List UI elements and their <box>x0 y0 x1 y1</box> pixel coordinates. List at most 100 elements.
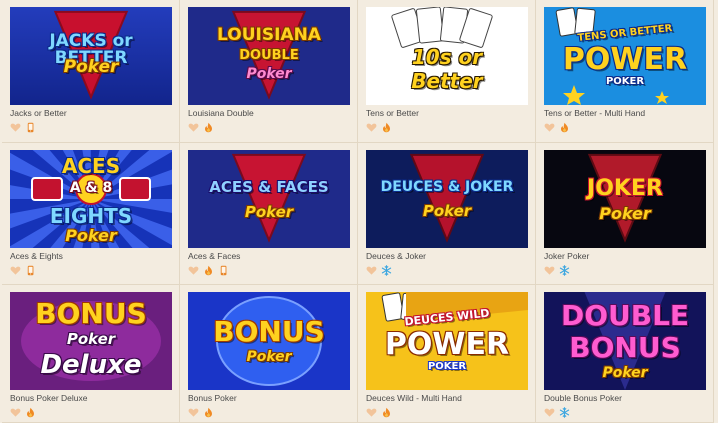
game-title[interactable]: Tens or Better - Multi Hand <box>544 108 705 118</box>
game-tile-bonus-poker[interactable]: BONUS Poker Bonus Poker <box>180 285 358 423</box>
logo-line-1: DOUBLE <box>560 299 690 332</box>
logo-line-2: A & 8 <box>69 180 113 196</box>
game-title[interactable]: Aces & Eights <box>10 251 171 261</box>
logo-line-3: POKER <box>605 76 645 87</box>
logo-line-1: BONUS <box>35 297 147 330</box>
game-badges <box>10 121 171 133</box>
heart-icon[interactable] <box>10 122 21 133</box>
game-title[interactable]: Deuces & Joker <box>366 251 527 261</box>
logo-line-3: EIGHTS <box>49 204 133 228</box>
game-tile-double-bonus-poker[interactable]: DOUBLE BONUS Poker Double Bonus Poker <box>536 285 714 423</box>
game-tile-deuces-joker[interactable]: DEUCES & JOKER Poker Deuces & Joker <box>358 143 536 285</box>
game-badges <box>366 121 527 133</box>
logo-line-2: Poker <box>422 202 472 220</box>
heart-icon[interactable] <box>366 265 377 276</box>
game-thumbnail[interactable]: DEUCES WILD POWER POKER <box>366 292 528 390</box>
game-grid: JACKS or BETTER Poker Jacks or Better LOU… <box>0 0 718 423</box>
logo-line-2: Poker <box>66 330 116 348</box>
game-title[interactable]: Deuces Wild - Multi Hand <box>366 393 527 403</box>
snowflake-icon <box>381 264 392 276</box>
logo-line-2: Poker <box>244 203 294 221</box>
game-badges <box>544 121 705 133</box>
game-tile-tens-or-better-multi-hand[interactable]: TENS OR BETTER POWER POKER Tens or Better … <box>536 0 714 143</box>
game-badges <box>188 264 349 276</box>
heart-icon[interactable] <box>544 265 555 276</box>
logo-line-1: DEUCES & JOKER <box>380 179 514 195</box>
fire-icon <box>559 122 570 133</box>
game-thumbnail[interactable]: JOKER Poker <box>544 150 706 248</box>
game-thumbnail-art <box>188 150 350 248</box>
heart-icon[interactable] <box>366 122 377 133</box>
logo-line-1: BONUS <box>213 315 325 348</box>
logo-line-1: ACES <box>61 154 121 178</box>
mobile-icon <box>25 265 36 276</box>
game-badges <box>366 264 527 276</box>
game-tile-bonus-poker-deluxe[interactable]: BONUS Poker Deluxe Bonus Poker Deluxe <box>2 285 180 423</box>
fire-icon <box>381 122 392 133</box>
game-tile-deuces-wild-multi-hand[interactable]: DEUCES WILD POWER POKER Deuces Wild - Mult… <box>358 285 536 423</box>
game-thumbnail[interactable]: JACKS or BETTER Poker <box>10 7 172 105</box>
game-title[interactable]: Aces & Faces <box>188 251 349 261</box>
game-badges <box>544 406 705 418</box>
game-thumbnail[interactable]: LOUISIANA DOUBLE Poker <box>188 7 350 105</box>
game-tile-aces-faces[interactable]: ACES & FACES Poker Aces & Faces <box>180 143 358 285</box>
game-thumbnail[interactable]: BONUS Poker Deluxe <box>10 292 172 390</box>
game-tile-aces-eights[interactable]: ACES A & 8 EIGHTS Poker Aces & Eights <box>2 143 180 285</box>
heart-icon[interactable] <box>188 122 199 133</box>
logo-line-2: POWER <box>562 42 688 77</box>
heart-icon[interactable] <box>10 407 21 418</box>
game-thumbnail[interactable]: DOUBLE BONUS Poker <box>544 292 706 390</box>
heart-icon[interactable] <box>10 265 21 276</box>
game-badges <box>188 121 349 133</box>
game-tile-jacks-or-better[interactable]: JACKS or BETTER Poker Jacks or Better <box>2 0 180 143</box>
game-title[interactable]: Double Bonus Poker <box>544 393 705 403</box>
logo-line-2: Poker <box>246 349 292 365</box>
snowflake-icon <box>559 264 570 276</box>
game-badges <box>544 264 705 276</box>
logo-line-1: LOUISIANA <box>217 25 321 45</box>
fire-icon <box>381 407 392 418</box>
logo-line-2: DOUBLE <box>239 48 299 63</box>
heart-icon[interactable] <box>544 122 555 133</box>
mobile-icon <box>218 265 229 276</box>
fire-icon <box>203 265 214 276</box>
logo-line-2: Poker <box>599 204 651 223</box>
game-thumbnail[interactable]: TENS OR BETTER POWER POKER <box>544 7 706 105</box>
logo-line-2: Better <box>411 69 483 93</box>
game-thumbnail[interactable]: BONUS Poker <box>188 292 350 390</box>
game-thumbnail[interactable]: ACES & FACES Poker <box>188 150 350 248</box>
game-badges <box>366 406 527 418</box>
game-tile-tens-or-better[interactable]: 10s or Better Tens or Better <box>358 0 536 143</box>
game-thumbnail[interactable]: DEUCES & JOKER Poker <box>366 150 528 248</box>
game-thumbnail-art <box>366 150 528 248</box>
fire-icon <box>203 122 214 133</box>
heart-icon[interactable] <box>366 407 377 418</box>
logo-line-3: Poker <box>602 365 648 381</box>
logo-line-3: POKER <box>427 361 467 372</box>
game-badges <box>10 406 171 418</box>
heart-icon[interactable] <box>188 407 199 418</box>
game-tile-louisiana-double[interactable]: LOUISIANA DOUBLE Poker Louisiana Double <box>180 0 358 143</box>
fire-icon <box>203 407 214 418</box>
game-thumbnail[interactable]: 10s or Better <box>366 7 528 105</box>
game-thumbnail[interactable]: ACES A & 8 EIGHTS Poker <box>10 150 172 248</box>
game-title[interactable]: Joker Poker <box>544 251 705 261</box>
heart-icon[interactable] <box>544 407 555 418</box>
game-tile-joker-poker[interactable]: JOKER Poker Joker Poker <box>536 143 714 285</box>
heart-icon[interactable] <box>188 265 199 276</box>
game-title[interactable]: Louisiana Double <box>188 108 349 118</box>
mobile-icon <box>25 122 36 133</box>
game-badges <box>188 406 349 418</box>
logo-line-1: JOKER <box>587 176 663 201</box>
logo-line-3: Deluxe <box>40 350 142 380</box>
logo-line-1: 10s or <box>411 45 483 69</box>
game-badges <box>10 264 171 276</box>
fire-icon <box>25 407 36 418</box>
game-title[interactable]: Bonus Poker Deluxe <box>10 393 171 403</box>
logo-line-2: BONUS <box>569 331 681 364</box>
game-title[interactable]: Tens or Better <box>366 108 527 118</box>
game-title[interactable]: Jacks or Better <box>10 108 171 118</box>
logo-line-2: Poker <box>63 57 119 77</box>
snowflake-icon <box>559 406 570 418</box>
game-title[interactable]: Bonus Poker <box>188 393 349 403</box>
